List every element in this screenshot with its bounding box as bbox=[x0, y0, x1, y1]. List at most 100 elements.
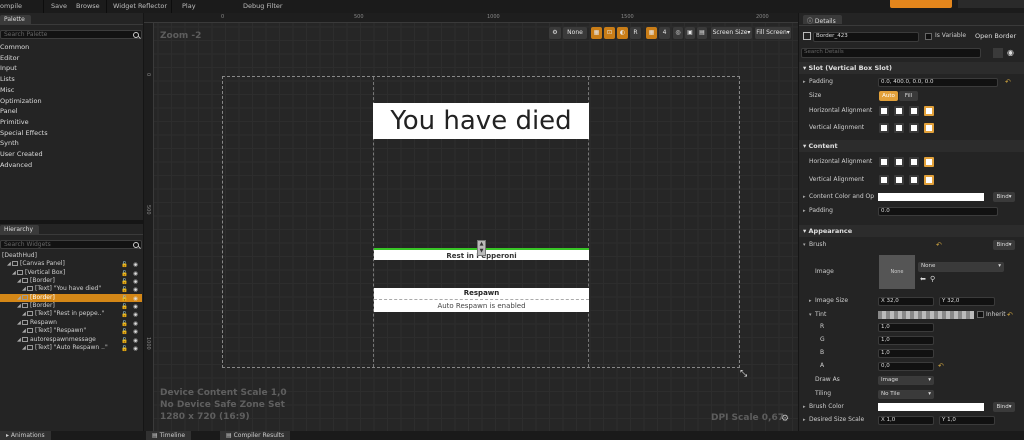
palette-category[interactable]: Panel bbox=[0, 106, 142, 117]
hierarchy-item[interactable]: ◢ [Text] "Respawn" 🔓 ◉ bbox=[0, 327, 142, 335]
gear-icon[interactable]: ⚙ bbox=[781, 414, 789, 424]
palette-category[interactable]: Misc bbox=[0, 85, 142, 96]
details-search-input[interactable]: Search Details bbox=[801, 48, 981, 58]
content-color-swatch[interactable] bbox=[878, 193, 984, 201]
align-top-icon[interactable] bbox=[879, 175, 889, 185]
palette-category[interactable]: Common bbox=[0, 42, 142, 53]
hierarchy-item[interactable]: ◢ [Text] "You have died" 🔓 ◉ bbox=[0, 285, 142, 293]
respect-locks-button[interactable]: R bbox=[630, 27, 641, 39]
resize-handle-icon[interactable]: ⤡ bbox=[740, 369, 750, 379]
align-vfill-icon[interactable] bbox=[924, 175, 934, 185]
lock-icon[interactable]: 🔓 bbox=[121, 345, 128, 353]
desired-size-y-input[interactable]: Y 1,0 bbox=[939, 416, 995, 425]
tint-g-input[interactable]: 1,0 bbox=[878, 336, 934, 345]
align-fill-icon[interactable] bbox=[924, 106, 934, 116]
appearance-section-header[interactable]: ▾ Appearance bbox=[799, 225, 1024, 237]
align-top-icon[interactable] bbox=[879, 123, 889, 133]
localization-icon[interactable]: ◎ bbox=[673, 27, 683, 39]
compile-button[interactable]: ompile bbox=[0, 2, 22, 10]
property-matrix-icon[interactable] bbox=[993, 48, 1003, 58]
align-middle-icon[interactable] bbox=[894, 175, 904, 185]
hierarchy-item[interactable]: [DeathHud] bbox=[0, 252, 142, 260]
play-button[interactable]: Play bbox=[182, 2, 196, 10]
tiling-dropdown[interactable]: No Tile ▾ bbox=[878, 390, 934, 399]
hierarchy-search-input[interactable]: Search Widgets bbox=[0, 240, 142, 249]
is-variable-checkbox[interactable] bbox=[925, 33, 932, 40]
hierarchy-item[interactable]: ◢ [Border] 🔓 ◉ bbox=[0, 277, 142, 285]
align-bottom-icon[interactable] bbox=[909, 123, 919, 133]
hierarchy-item[interactable]: ◢ [Text] "Auto Respawn .." 🔓 ◉ bbox=[0, 344, 142, 352]
image-size-x-input[interactable]: X 32,0 bbox=[878, 297, 934, 306]
content-padding-input[interactable]: 0.0 bbox=[878, 207, 998, 216]
bind-button[interactable]: Bind▾ bbox=[993, 402, 1015, 412]
hierarchy-item[interactable]: ◢ autorespawnmessage 🔓 ◉ bbox=[0, 336, 142, 344]
grid-size-icon[interactable]: ▦ bbox=[646, 27, 657, 39]
align-fill-icon[interactable] bbox=[924, 157, 934, 167]
widget-name-input[interactable]: Border_423 bbox=[813, 32, 919, 42]
eye-icon[interactable]: ◉ bbox=[1007, 48, 1021, 58]
padding-input[interactable]: 0.0, 400.0, 0.0, 0.0 bbox=[878, 78, 998, 87]
lock-icon[interactable]: ⊡ bbox=[604, 27, 615, 39]
align-right-icon[interactable] bbox=[909, 157, 919, 167]
size-fill-button[interactable]: Fill bbox=[899, 91, 918, 101]
palette-category[interactable]: Editor bbox=[0, 53, 142, 64]
align-bottom-icon[interactable] bbox=[909, 175, 919, 185]
browse-button[interactable]: Browse bbox=[76, 2, 100, 10]
hierarchy-item[interactable]: ◢ [Text] "Rest in peppe.." 🔓 ◉ bbox=[0, 310, 142, 318]
respawn-button[interactable]: Respawn Auto Respawn is enabled bbox=[374, 288, 589, 312]
palette-category[interactable]: Synth bbox=[0, 138, 142, 149]
slot-section-header[interactable]: ▾ Slot (Vertical Box Slot) bbox=[799, 62, 1024, 74]
details-tab[interactable]: ⓘ Details bbox=[803, 15, 842, 25]
desired-size-x-input[interactable]: X 1,0 bbox=[878, 416, 934, 425]
palette-category[interactable]: Primitive bbox=[0, 117, 142, 128]
dpi-toggle-icon[interactable]: ▣ bbox=[685, 27, 695, 39]
widget-reflector-button[interactable]: Widget Reflector bbox=[113, 2, 167, 10]
tint-r-input[interactable]: 1,0 bbox=[878, 323, 934, 332]
brush-color-swatch[interactable] bbox=[878, 403, 984, 411]
align-left-icon[interactable] bbox=[879, 106, 889, 116]
palette-category[interactable]: User Created bbox=[0, 149, 142, 160]
debug-filter-dropdown[interactable]: Debug Filter bbox=[243, 2, 283, 10]
align-vfill-icon[interactable] bbox=[924, 123, 934, 133]
anchor-handle-icon[interactable]: ▲ ▼ bbox=[477, 240, 486, 256]
palette-category[interactable]: Advanced bbox=[0, 160, 142, 171]
preview-none-dropdown[interactable]: None bbox=[563, 27, 587, 39]
eye-icon[interactable]: ◉ bbox=[133, 345, 138, 353]
designer-mode-button[interactable] bbox=[890, 0, 952, 8]
tab-timeline[interactable]: ▤ Timeline bbox=[146, 431, 192, 440]
hierarchy-tab[interactable]: Hierarchy bbox=[0, 225, 40, 234]
reset-icon[interactable]: ↶ bbox=[938, 359, 944, 373]
reset-icon[interactable]: ↶ bbox=[1005, 75, 1011, 89]
image-asset-dropdown[interactable]: None ▾ bbox=[918, 262, 1004, 272]
palette-category[interactable]: Lists bbox=[0, 74, 142, 85]
bind-button[interactable]: Bind▾ bbox=[993, 240, 1015, 250]
inherit-checkbox[interactable] bbox=[977, 311, 984, 318]
widget-select-icon[interactable]: ⚙ bbox=[549, 27, 561, 39]
image-thumbnail[interactable]: None bbox=[879, 255, 915, 289]
open-border-link[interactable]: Open Border bbox=[975, 32, 1016, 40]
tint-color-swatch[interactable] bbox=[878, 311, 974, 319]
tint-b-input[interactable]: 1,0 bbox=[878, 349, 934, 358]
save-button[interactable]: Save bbox=[51, 2, 67, 10]
palette-category[interactable]: Optimization bbox=[0, 96, 142, 107]
search-asset-icon[interactable]: ⚲ bbox=[930, 275, 935, 283]
draw-as-dropdown[interactable]: Image ▾ bbox=[878, 376, 934, 385]
safe-zone-icon[interactable]: ▤ bbox=[697, 27, 707, 39]
hierarchy-item[interactable]: ◢ [Border] 🔓 ◉ bbox=[0, 302, 142, 310]
hierarchy-item[interactable]: ◢ Respawn 🔓 ◉ bbox=[0, 319, 142, 327]
bind-button[interactable]: Bind▾ bbox=[993, 192, 1015, 202]
grid-snap-icon[interactable]: ▦ bbox=[591, 27, 602, 39]
grid-size-value[interactable]: 4 bbox=[659, 27, 670, 39]
palette-category[interactable]: Special Effects bbox=[0, 128, 142, 139]
tint-a-input[interactable]: 0,0 bbox=[878, 362, 934, 371]
graph-mode-button[interactable] bbox=[958, 0, 1024, 8]
palette-category[interactable]: Input bbox=[0, 63, 142, 74]
arrow-left-icon[interactable]: ⬅ bbox=[920, 275, 926, 283]
align-right-icon[interactable] bbox=[909, 106, 919, 116]
hierarchy-item[interactable]: ◢ [Border] 🔓 ◉ bbox=[0, 293, 142, 303]
tab-compiler-results[interactable]: ▤ Compiler Results bbox=[220, 431, 291, 440]
hierarchy-item[interactable]: ◢ [Canvas Panel] 🔓 ◉ bbox=[0, 260, 142, 268]
content-section-header[interactable]: ▾ Content bbox=[799, 140, 1024, 152]
reset-icon[interactable]: ↶ bbox=[936, 238, 942, 252]
align-center-icon[interactable] bbox=[894, 157, 904, 167]
